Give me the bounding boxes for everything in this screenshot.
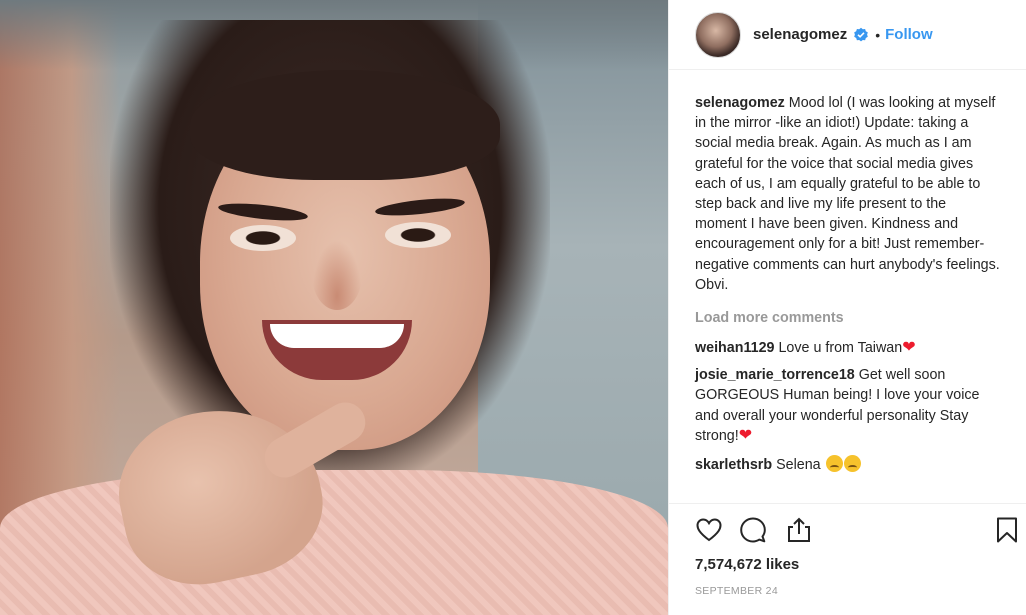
comment-item: josie_marie_torrence18 Get well soon GOR… bbox=[695, 365, 1001, 446]
load-more-comments-button[interactable]: Load more comments bbox=[695, 310, 1001, 326]
post-date[interactable]: SEPTEMBER 24 bbox=[695, 585, 1001, 597]
comment-username[interactable]: josie_marie_torrence18 bbox=[695, 367, 855, 383]
disappointed-face-emoji-icon bbox=[825, 455, 843, 473]
comment-username[interactable]: skarlethsrb bbox=[695, 457, 772, 473]
comments-list[interactable]: selenagomez Mood lol (I was looking at m… bbox=[669, 70, 1026, 503]
caption-username[interactable]: selenagomez bbox=[695, 95, 785, 111]
likes-count[interactable]: 7,574,672 likes bbox=[695, 556, 1001, 573]
photo-bangs bbox=[190, 70, 500, 180]
post-caption: selenagomez Mood lol (I was looking at m… bbox=[695, 93, 1001, 295]
comment-item: weihan1129 Love u from Taiwan❤ bbox=[695, 338, 1001, 358]
disappointed-face-emoji-icon bbox=[843, 455, 861, 473]
separator-dot: • bbox=[875, 26, 881, 43]
comment-text: Love u from Taiwan bbox=[778, 340, 903, 357]
red-heart-emoji-icon: ❤ bbox=[902, 339, 916, 357]
comment-text: Selena bbox=[776, 457, 821, 474]
bookmark-icon[interactable] bbox=[993, 516, 1021, 544]
photo-teeth bbox=[270, 324, 404, 348]
comment-icon[interactable] bbox=[739, 516, 767, 544]
action-icons-row bbox=[695, 504, 1017, 556]
post-photo[interactable] bbox=[0, 0, 668, 615]
verified-badge-icon bbox=[854, 27, 869, 41]
photo-eye-left bbox=[230, 225, 296, 251]
avatar[interactable] bbox=[695, 11, 741, 58]
share-icon[interactable] bbox=[785, 516, 813, 544]
caption-text: Mood lol (I was looking at myself in the… bbox=[695, 95, 1000, 293]
red-heart-emoji-icon: ❤ bbox=[738, 426, 753, 444]
photo-sweater bbox=[0, 470, 668, 615]
header-username[interactable]: selenagomez bbox=[753, 26, 847, 43]
post-header: selenagomez • Follow bbox=[669, 0, 1026, 70]
follow-button[interactable]: Follow bbox=[885, 26, 933, 43]
instagram-post: selenagomez • Follow selenagomez Mood lo… bbox=[0, 0, 1026, 615]
photo-eye-right bbox=[385, 222, 451, 248]
comment-group: weihan1129 Love u from Taiwan❤ josie_mar… bbox=[695, 338, 1001, 475]
photo-nose bbox=[312, 240, 362, 310]
comment-username[interactable]: weihan1129 bbox=[695, 340, 774, 356]
comment-item: skarlethsrb Selena bbox=[695, 455, 1001, 475]
post-side-panel: selenagomez • Follow selenagomez Mood lo… bbox=[668, 0, 1026, 615]
heart-icon[interactable] bbox=[695, 516, 723, 544]
post-actions: 7,574,672 likes SEPTEMBER 24 bbox=[669, 503, 1026, 615]
